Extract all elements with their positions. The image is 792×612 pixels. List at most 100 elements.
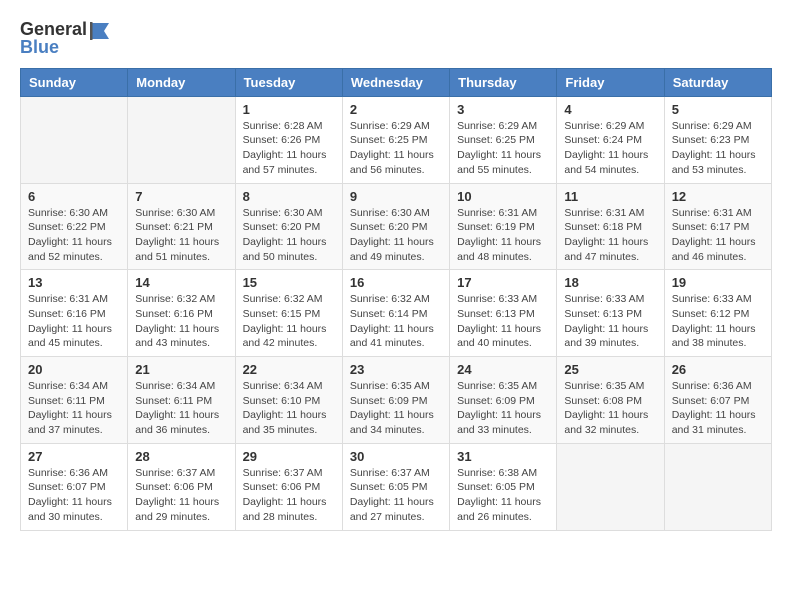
day-number: 2 xyxy=(350,102,442,117)
day-info: Sunrise: 6:34 AM Sunset: 6:10 PM Dayligh… xyxy=(243,379,335,438)
calendar-header-row: SundayMondayTuesdayWednesdayThursdayFrid… xyxy=(21,68,772,96)
day-number: 16 xyxy=(350,275,442,290)
day-number: 27 xyxy=(28,449,120,464)
calendar-week-row: 6Sunrise: 6:30 AM Sunset: 6:22 PM Daylig… xyxy=(21,183,772,270)
calendar-cell: 15 Sunrise: 6:32 AM Sunset: 6:15 PM Dayli… xyxy=(235,270,342,357)
day-number: 7 xyxy=(135,189,227,204)
logo-flag-icon xyxy=(89,22,111,40)
calendar-cell: 6Sunrise: 6:30 AM Sunset: 6:22 PM Daylig… xyxy=(21,183,128,270)
calendar-cell: 17 Sunrise: 6:33 AM Sunset: 6:13 PM Dayli… xyxy=(450,270,557,357)
day-number: 10 xyxy=(457,189,549,204)
day-info: Sunrise: 6:38 AM Sunset: 6:05 PM Dayligh… xyxy=(457,466,549,525)
logo: General Blue xyxy=(20,20,111,58)
day-header-thursday: Thursday xyxy=(450,68,557,96)
calendar-cell: 10 Sunrise: 6:31 AM Sunset: 6:19 PM Dayli… xyxy=(450,183,557,270)
calendar-week-row: 1Sunrise: 6:28 AM Sunset: 6:26 PM Daylig… xyxy=(21,96,772,183)
day-info: Sunrise: 6:29 AM Sunset: 6:25 PM Dayligh… xyxy=(350,119,442,178)
day-number: 17 xyxy=(457,275,549,290)
day-number: 12 xyxy=(672,189,764,204)
day-info: Sunrise: 6:33 AM Sunset: 6:13 PM Dayligh… xyxy=(457,292,549,351)
logo-blue: Blue xyxy=(20,37,111,58)
calendar-cell xyxy=(557,443,664,530)
day-info: Sunrise: 6:36 AM Sunset: 6:07 PM Dayligh… xyxy=(672,379,764,438)
day-info: Sunrise: 6:31 AM Sunset: 6:16 PM Dayligh… xyxy=(28,292,120,351)
calendar-cell: 25 Sunrise: 6:35 AM Sunset: 6:08 PM Dayli… xyxy=(557,357,664,444)
day-number: 20 xyxy=(28,362,120,377)
calendar-cell: 14Sunrise: 6:32 AM Sunset: 6:16 PM Dayli… xyxy=(128,270,235,357)
logo-wrap: General Blue xyxy=(20,20,111,58)
calendar-week-row: 27 Sunrise: 6:36 AM Sunset: 6:07 PM Dayli… xyxy=(21,443,772,530)
day-number: 30 xyxy=(350,449,442,464)
day-info: Sunrise: 6:32 AM Sunset: 6:15 PM Dayligh… xyxy=(243,292,335,351)
calendar-cell: 3 Sunrise: 6:29 AM Sunset: 6:25 PM Daylig… xyxy=(450,96,557,183)
day-number: 14 xyxy=(135,275,227,290)
day-number: 5 xyxy=(672,102,764,117)
calendar-cell: 4 Sunrise: 6:29 AM Sunset: 6:24 PM Daylig… xyxy=(557,96,664,183)
day-info: Sunrise: 6:29 AM Sunset: 6:23 PM Dayligh… xyxy=(672,119,764,178)
day-info: Sunrise: 6:30 AM Sunset: 6:20 PM Dayligh… xyxy=(350,206,442,265)
day-info: Sunrise: 6:29 AM Sunset: 6:25 PM Dayligh… xyxy=(457,119,549,178)
day-number: 23 xyxy=(350,362,442,377)
calendar-cell: 19Sunrise: 6:33 AM Sunset: 6:12 PM Dayli… xyxy=(664,270,771,357)
day-info: Sunrise: 6:31 AM Sunset: 6:19 PM Dayligh… xyxy=(457,206,549,265)
day-number: 9 xyxy=(350,189,442,204)
day-info: Sunrise: 6:34 AM Sunset: 6:11 PM Dayligh… xyxy=(28,379,120,438)
day-info: Sunrise: 6:29 AM Sunset: 6:24 PM Dayligh… xyxy=(564,119,656,178)
day-info: Sunrise: 6:36 AM Sunset: 6:07 PM Dayligh… xyxy=(28,466,120,525)
day-number: 24 xyxy=(457,362,549,377)
day-number: 8 xyxy=(243,189,335,204)
day-header-sunday: Sunday xyxy=(21,68,128,96)
day-number: 31 xyxy=(457,449,549,464)
day-info: Sunrise: 6:31 AM Sunset: 6:17 PM Dayligh… xyxy=(672,206,764,265)
calendar-cell xyxy=(664,443,771,530)
day-info: Sunrise: 6:37 AM Sunset: 6:06 PM Dayligh… xyxy=(243,466,335,525)
day-header-wednesday: Wednesday xyxy=(342,68,449,96)
day-number: 1 xyxy=(243,102,335,117)
day-info: Sunrise: 6:37 AM Sunset: 6:06 PM Dayligh… xyxy=(135,466,227,525)
day-info: Sunrise: 6:35 AM Sunset: 6:09 PM Dayligh… xyxy=(457,379,549,438)
day-info: Sunrise: 6:33 AM Sunset: 6:13 PM Dayligh… xyxy=(564,292,656,351)
calendar-cell: 16Sunrise: 6:32 AM Sunset: 6:14 PM Dayli… xyxy=(342,270,449,357)
day-number: 28 xyxy=(135,449,227,464)
calendar-cell xyxy=(128,96,235,183)
day-info: Sunrise: 6:30 AM Sunset: 6:21 PM Dayligh… xyxy=(135,206,227,265)
page-header: General Blue xyxy=(20,20,772,58)
calendar-cell: 7 Sunrise: 6:30 AM Sunset: 6:21 PM Daylig… xyxy=(128,183,235,270)
calendar-cell: 2 Sunrise: 6:29 AM Sunset: 6:25 PM Daylig… xyxy=(342,96,449,183)
day-info: Sunrise: 6:31 AM Sunset: 6:18 PM Dayligh… xyxy=(564,206,656,265)
calendar-cell: 31 Sunrise: 6:38 AM Sunset: 6:05 PM Dayli… xyxy=(450,443,557,530)
day-header-saturday: Saturday xyxy=(664,68,771,96)
calendar-cell: 12 Sunrise: 6:31 AM Sunset: 6:17 PM Dayli… xyxy=(664,183,771,270)
calendar-table: SundayMondayTuesdayWednesdayThursdayFrid… xyxy=(20,68,772,531)
calendar-cell: 21 Sunrise: 6:34 AM Sunset: 6:11 PM Dayli… xyxy=(128,357,235,444)
day-number: 21 xyxy=(135,362,227,377)
calendar-cell: 13 Sunrise: 6:31 AM Sunset: 6:16 PM Dayli… xyxy=(21,270,128,357)
calendar-cell: 23 Sunrise: 6:35 AM Sunset: 6:09 PM Dayli… xyxy=(342,357,449,444)
calendar-cell: 30 Sunrise: 6:37 AM Sunset: 6:05 PM Dayli… xyxy=(342,443,449,530)
day-header-monday: Monday xyxy=(128,68,235,96)
calendar-cell: 5 Sunrise: 6:29 AM Sunset: 6:23 PM Daylig… xyxy=(664,96,771,183)
calendar-cell: 18 Sunrise: 6:33 AM Sunset: 6:13 PM Dayli… xyxy=(557,270,664,357)
day-number: 4 xyxy=(564,102,656,117)
calendar-cell: 28 Sunrise: 6:37 AM Sunset: 6:06 PM Dayli… xyxy=(128,443,235,530)
calendar-cell: 11Sunrise: 6:31 AM Sunset: 6:18 PM Dayli… xyxy=(557,183,664,270)
calendar-cell: 9 Sunrise: 6:30 AM Sunset: 6:20 PM Daylig… xyxy=(342,183,449,270)
day-info: Sunrise: 6:34 AM Sunset: 6:11 PM Dayligh… xyxy=(135,379,227,438)
calendar-cell: 27 Sunrise: 6:36 AM Sunset: 6:07 PM Dayli… xyxy=(21,443,128,530)
day-info: Sunrise: 6:37 AM Sunset: 6:05 PM Dayligh… xyxy=(350,466,442,525)
day-number: 29 xyxy=(243,449,335,464)
day-info: Sunrise: 6:35 AM Sunset: 6:09 PM Dayligh… xyxy=(350,379,442,438)
day-header-friday: Friday xyxy=(557,68,664,96)
calendar-cell: 8Sunrise: 6:30 AM Sunset: 6:20 PM Daylig… xyxy=(235,183,342,270)
day-info: Sunrise: 6:35 AM Sunset: 6:08 PM Dayligh… xyxy=(564,379,656,438)
day-number: 15 xyxy=(243,275,335,290)
day-number: 6 xyxy=(28,189,120,204)
day-number: 18 xyxy=(564,275,656,290)
calendar-cell: 24 Sunrise: 6:35 AM Sunset: 6:09 PM Dayli… xyxy=(450,357,557,444)
day-number: 3 xyxy=(457,102,549,117)
calendar-cell: 22Sunrise: 6:34 AM Sunset: 6:10 PM Dayli… xyxy=(235,357,342,444)
day-number: 13 xyxy=(28,275,120,290)
day-number: 19 xyxy=(672,275,764,290)
day-number: 25 xyxy=(564,362,656,377)
calendar-cell: 26Sunrise: 6:36 AM Sunset: 6:07 PM Dayli… xyxy=(664,357,771,444)
